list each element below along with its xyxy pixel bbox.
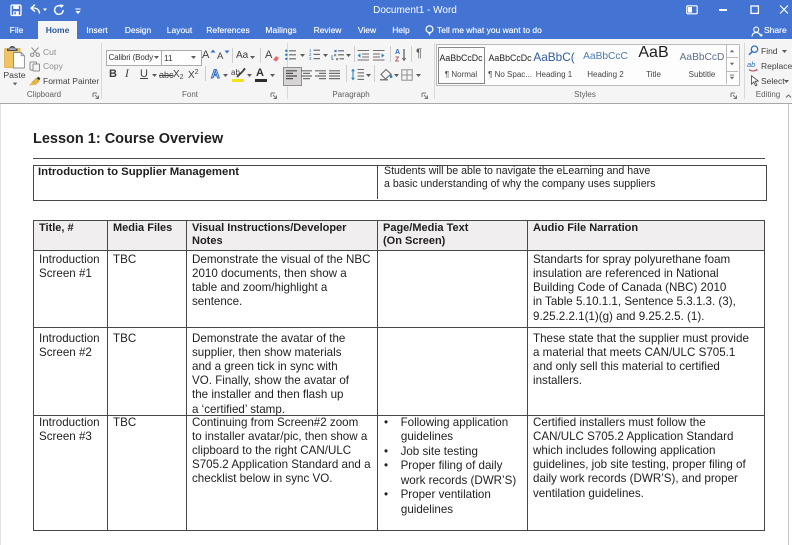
svg-text:Z: Z <box>395 56 400 62</box>
svg-text:A: A <box>395 49 400 56</box>
svg-text:ab: ab <box>747 60 755 69</box>
svg-text:3: 3 <box>309 56 312 61</box>
